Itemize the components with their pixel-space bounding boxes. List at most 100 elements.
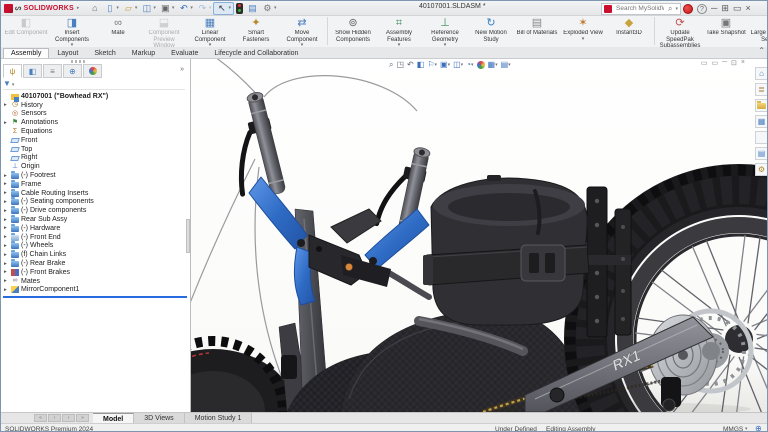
doc-close-button[interactable]: × [741,59,745,67]
minimize-button[interactable]: ─ [711,2,717,15]
smart-fasteners-button[interactable]: ✦Smart Fasteners [233,17,279,47]
model-viewport[interactable]: RX1 [191,59,768,412]
take-snapshot-button[interactable]: ▣Take Snapshot [703,17,749,47]
tree-item[interactable]: ▸(-) Front End [1,233,189,242]
print-button[interactable]: ▣▾ [158,2,177,15]
solidworks-add-ins-tab[interactable]: ⚙ [755,163,768,176]
dropdown-arrow-icon[interactable]: ▾ [135,5,138,11]
linear-component-pattern-button[interactable]: ▦Linear Component Pattern▾ [187,17,233,47]
exploded-view-button[interactable]: ✶Exploded View▾ [560,17,606,47]
tab-sketch[interactable]: Sketch [86,48,123,58]
tab-model[interactable]: Model [93,413,134,423]
zoom-to-area-button[interactable]: ◳ [396,59,404,70]
expand-arrow-icon[interactable]: ▸ [4,234,11,240]
close-button[interactable]: × [745,2,750,15]
tree-item[interactable]: Right [1,154,189,163]
pane-collapse-handle[interactable] [186,219,190,253]
units-selector[interactable]: MMGS [723,426,743,432]
tree-item[interactable]: ▸(-) Wheels [1,242,189,251]
tree-item[interactable]: ▸(-) Rear Brake [1,259,189,268]
tree-item[interactable]: ▸(-) Drive components [1,206,189,215]
update-speedpak-button[interactable]: ⟳Update SpeedPak Subassemblies [657,17,703,47]
help-icon[interactable]: ? [697,4,707,14]
expand-arrow-icon[interactable]: ▸ [4,173,11,179]
tree-item[interactable]: ▸(-) Front Brakes [1,268,189,277]
dropdown-arrow-icon[interactable]: ▾ [172,5,175,11]
dropdown-arrow-icon[interactable]: ▾ [190,5,193,11]
expand-arrow-icon[interactable]: ▸ [4,120,11,126]
expand-arrow-icon[interactable]: ▸ [4,261,11,267]
expand-arrow-icon[interactable]: ▸ [4,225,11,231]
tree-item[interactable]: ▸(-) Footrest [1,171,189,180]
edit-appearance-button[interactable] [477,61,485,69]
view-settings-button[interactable]: ▤▾ [501,59,511,70]
displaymanager-tab[interactable] [83,64,102,78]
dropdown-arrow-icon[interactable]: ▾ [461,62,464,68]
expand-arrow-icon[interactable]: ▸ [4,217,11,223]
show-hidden-components-button[interactable]: ⊚Show Hidden Components [330,17,376,47]
dropdown-arrow-icon[interactable]: ▾ [274,5,277,11]
tree-filter-row[interactable]: ▼▾ [3,79,185,90]
file-explorer-tab[interactable] [755,99,768,112]
dropdown-arrow-icon[interactable]: ▾ [209,5,212,11]
status-globe-icon[interactable]: ⊕ [755,424,762,432]
tab-nav-first-button[interactable]: « [34,414,47,422]
bill-of-materials-button[interactable]: ▤Bill of Materials [514,17,560,47]
tab-3d-views[interactable]: 3D Views [134,413,184,423]
solidworks-resources-tab[interactable]: ⌂ [755,67,768,80]
assembly-features-button[interactable]: ⌗Assembly Features▾ [376,17,422,47]
home-button[interactable]: ⌂ [87,2,102,15]
tab-motion-study-1[interactable]: Motion Study 1 [185,413,253,423]
dropdown-arrow-icon[interactable]: ▾ [434,62,437,68]
zoom-to-fit-button[interactable]: ⌕ [389,59,393,70]
tree-item[interactable]: ▸∞Mates [1,277,189,286]
custom-properties-tab[interactable]: ▤ [755,147,768,160]
pane-splitter-handle[interactable] [71,60,87,63]
expand-arrow-icon[interactable]: ▸ [4,243,11,249]
apply-scene-button[interactable]: ▦▾ [488,59,498,70]
collapse-ribbon-icon[interactable]: ⌃ [758,46,765,55]
insert-components-button[interactable]: ◨Insert Components▾ [49,17,95,47]
doc-new-window-button[interactable]: ▭ [711,59,718,67]
tree-item[interactable]: Top [1,145,189,154]
tree-item[interactable]: ▸Frame [1,180,189,189]
configurationmanager-tab[interactable]: ≡ [43,64,62,78]
previous-view-button[interactable]: ↶ [407,59,414,70]
view-orientation-button[interactable]: ▣▾ [440,59,450,70]
tree-item[interactable]: ΣEquations [1,127,189,136]
seat-backrest[interactable] [423,175,589,325]
dropdown-arrow-icon[interactable]: ▾ [448,62,451,68]
user-badge-icon[interactable] [683,4,693,14]
tree-item[interactable]: ◎Sensors [1,110,189,119]
tree-item-root[interactable]: 40107001 ("Bowhead RX") [1,92,189,101]
pane-tabs-overflow-icon[interactable]: » [180,66,184,73]
expand-arrow-icon[interactable]: ▸ [4,199,11,205]
tree-item[interactable]: ▸Rear Sub Assy [1,215,189,224]
open-button[interactable]: ▱▾ [121,2,140,15]
rollback-bar[interactable] [3,296,187,298]
tab-nav-previous-button[interactable]: ‹ [48,414,61,422]
menu-expand-arrow-icon[interactable]: ▸ [77,5,80,11]
dropdown-arrow-icon[interactable]: ▾ [153,5,156,11]
search-icon[interactable]: ⌕ [668,4,672,14]
undo-button[interactable]: ↶▾ [176,2,195,15]
expand-arrow-icon[interactable]: ▸ [4,190,11,196]
expand-arrow-icon[interactable]: ▸ [4,287,11,293]
dropdown-arrow-icon[interactable]: ▾ [116,5,119,11]
new-motion-study-button[interactable]: ↻New Motion Study [468,17,514,47]
tree-item[interactable]: ▸⚑Annotations [1,118,189,127]
select-button[interactable]: ↖▾ [213,2,234,15]
expand-arrow-icon[interactable]: ▸ [4,252,11,258]
featuremanager-design-tree-tab[interactable]: ψ [3,64,22,78]
tab-nav-next-button[interactable]: › [62,414,75,422]
doc-minimize-button[interactable]: ─ [722,59,727,67]
tab-nav-last-button[interactable]: » [76,414,89,422]
dropdown-arrow-icon[interactable]: ▾ [228,5,231,11]
reference-geometry-button[interactable]: ⊥Reference Geometry▾ [422,17,468,47]
tree-item[interactable]: ▸(f) Chain Links [1,250,189,259]
dropdown-arrow-icon[interactable]: ▾ [582,37,585,41]
design-library-tab[interactable]: ≣ [755,83,768,96]
expand-arrow-icon[interactable]: ▸ [4,278,11,284]
graphics-area[interactable]: RX1 [191,59,768,412]
front-brake-caliper[interactable] [281,355,297,379]
